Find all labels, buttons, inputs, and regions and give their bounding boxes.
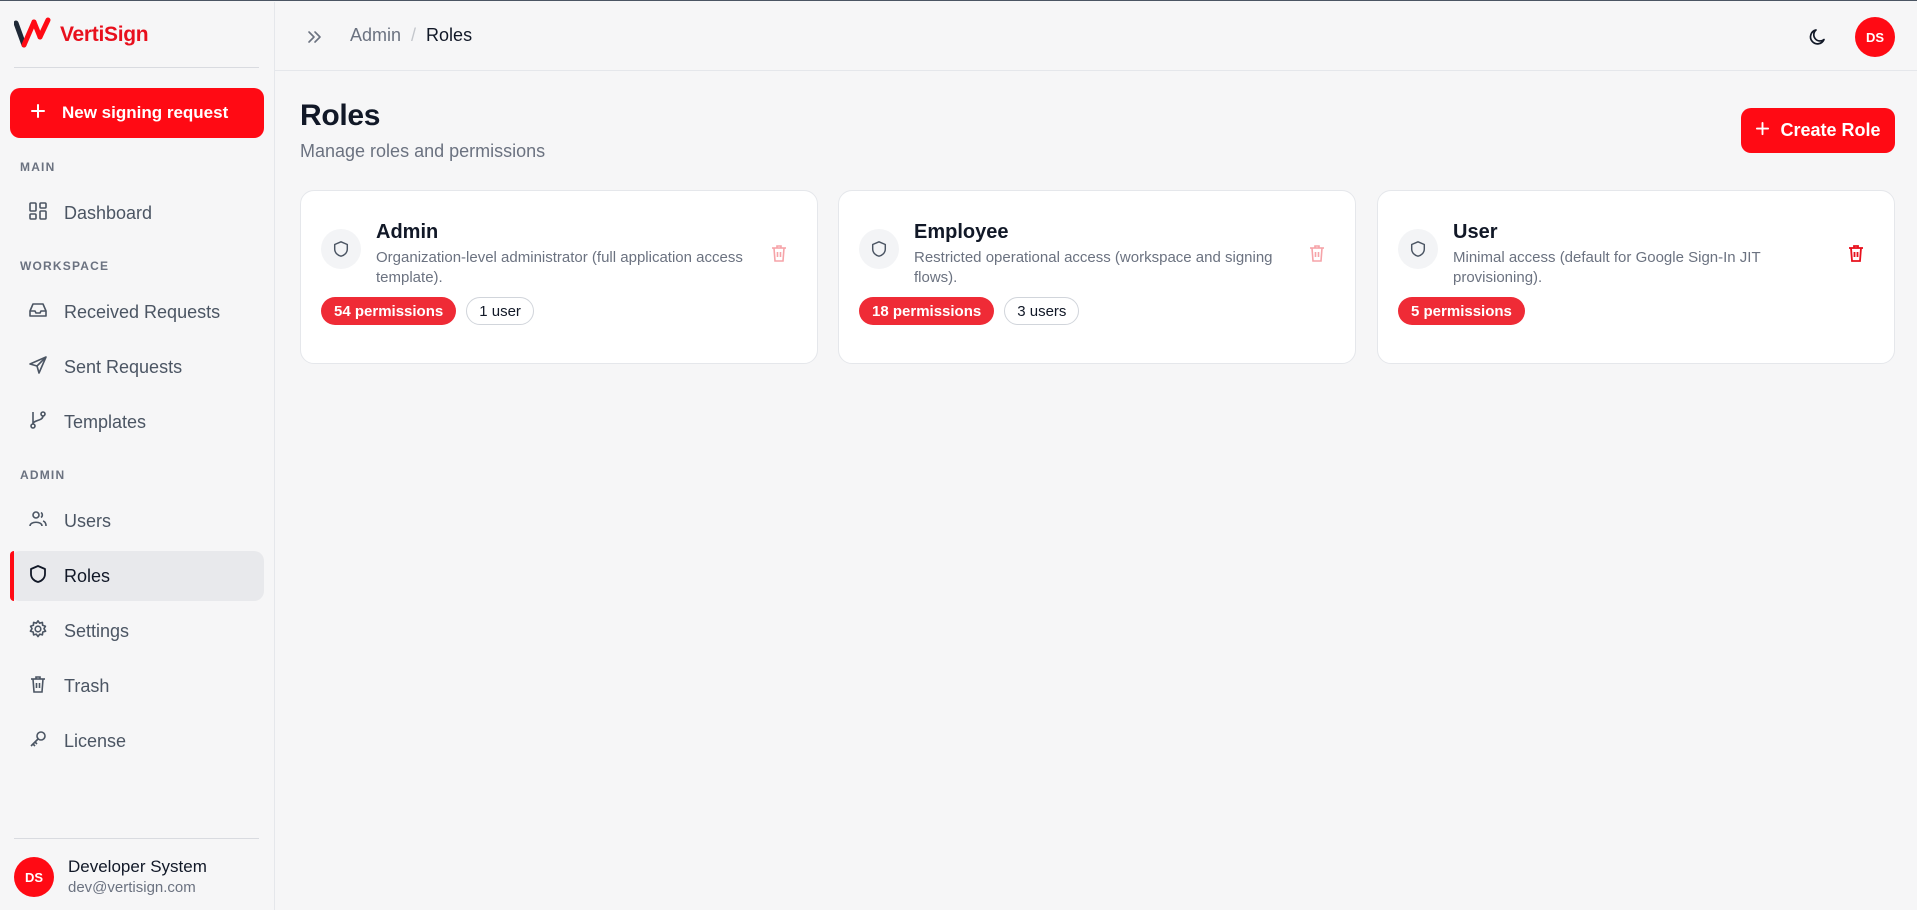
breadcrumb-admin[interactable]: Admin bbox=[350, 25, 401, 46]
trash-icon bbox=[28, 674, 48, 699]
sidebar-item-users[interactable]: Users bbox=[10, 496, 264, 546]
avatar: DS bbox=[14, 857, 54, 897]
sidebar-item-dashboard[interactable]: Dashboard bbox=[10, 188, 264, 238]
users-badge: 3 users bbox=[1004, 297, 1080, 325]
sidebar-item-label: Dashboard bbox=[64, 202, 153, 223]
chevrons-right-icon[interactable] bbox=[303, 26, 325, 48]
create-role-label: Create Role bbox=[1780, 120, 1881, 140]
role-description: Restricted operational access (workspace… bbox=[914, 249, 1273, 286]
divider bbox=[14, 838, 259, 839]
sidebar-item-label: Users bbox=[64, 510, 112, 531]
key-icon bbox=[28, 729, 48, 754]
user-email: dev@vertisign.com bbox=[68, 879, 196, 896]
role-name: Admin bbox=[376, 221, 439, 243]
inbox-icon bbox=[28, 300, 48, 325]
sidebar-item-sent-requests[interactable]: Sent Requests bbox=[10, 342, 264, 392]
sidebar-item-label: Roles bbox=[64, 565, 111, 586]
sidebar-item-roles[interactable]: Roles bbox=[10, 551, 264, 601]
brand[interactable]: VertiSign bbox=[13, 17, 149, 54]
current-user[interactable]: DS Developer System dev@vertisign.com bbox=[14, 856, 207, 898]
sidebar-item-label: Sent Requests bbox=[64, 356, 183, 377]
breadcrumb-separator: / bbox=[411, 25, 417, 45]
delete-role-trash-icon[interactable] bbox=[1846, 243, 1866, 263]
role-name: Employee bbox=[914, 221, 1009, 243]
role-badges: 54 permissions 1 user bbox=[321, 297, 534, 325]
sidebar-item-label: License bbox=[64, 730, 127, 751]
section-label-admin: ADMIN bbox=[20, 468, 66, 482]
brand-name: VertiSign bbox=[60, 23, 149, 46]
section-label-workspace: WORKSPACE bbox=[20, 259, 110, 273]
page-subtitle: Manage roles and permissions bbox=[300, 141, 546, 161]
shield-icon bbox=[859, 229, 899, 269]
avatar[interactable]: DS bbox=[1855, 17, 1895, 57]
sidebar-item-received-requests[interactable]: Received Requests bbox=[10, 287, 264, 337]
sidebar-item-templates[interactable]: Templates bbox=[10, 397, 264, 447]
section-label-main: MAIN bbox=[20, 160, 56, 174]
moon-icon[interactable] bbox=[1807, 26, 1829, 48]
breadcrumb: Admin / Roles bbox=[350, 25, 472, 46]
delete-role-trash-icon[interactable] bbox=[769, 243, 789, 263]
topbar: Admin / Roles DS bbox=[275, 2, 1917, 71]
shield-icon bbox=[1398, 229, 1438, 269]
create-role-button[interactable]: Create Role bbox=[1741, 108, 1895, 153]
plus-icon bbox=[30, 103, 46, 124]
shield-icon bbox=[28, 564, 48, 589]
role-card-user[interactable]: User Minimal access (default for Google … bbox=[1377, 190, 1895, 364]
permissions-badge: 5 permissions bbox=[1398, 297, 1525, 325]
plus-icon bbox=[1755, 120, 1770, 141]
role-card-employee[interactable]: Employee Restricted operational access (… bbox=[838, 190, 1356, 364]
sidebar-item-label: Received Requests bbox=[64, 301, 221, 322]
sidebar-item-trash[interactable]: Trash bbox=[10, 661, 264, 711]
permissions-badge: 54 permissions bbox=[321, 297, 457, 325]
send-icon bbox=[28, 355, 48, 380]
new-signing-request-label: New signing request bbox=[62, 103, 229, 122]
sidebar: VertiSign New signing request MAIN Dashb… bbox=[0, 2, 275, 910]
dashboard-icon bbox=[28, 201, 48, 226]
divider bbox=[14, 67, 259, 68]
vertisign-logo-icon bbox=[13, 17, 52, 54]
page-title: Roles bbox=[300, 99, 381, 132]
new-signing-request-button[interactable]: New signing request bbox=[10, 88, 264, 138]
role-badges: 18 permissions 3 users bbox=[859, 297, 1080, 325]
breadcrumb-roles: Roles bbox=[426, 25, 473, 45]
users-badge: 1 user bbox=[466, 297, 534, 325]
sidebar-item-license[interactable]: License bbox=[10, 716, 264, 766]
role-name: User bbox=[1453, 221, 1498, 243]
delete-role-trash-icon[interactable] bbox=[1307, 243, 1327, 263]
user-name: Developer System bbox=[68, 857, 207, 876]
users-icon bbox=[28, 509, 48, 534]
git-branch-icon bbox=[28, 410, 48, 435]
role-badges: 5 permissions bbox=[1398, 297, 1525, 325]
sidebar-item-label: Templates bbox=[64, 411, 147, 432]
sidebar-item-label: Settings bbox=[64, 620, 130, 641]
role-description: Minimal access (default for Google Sign-… bbox=[1453, 249, 1761, 286]
role-description: Organization-level administrator (full a… bbox=[376, 249, 743, 286]
gear-icon bbox=[28, 619, 48, 644]
permissions-badge: 18 permissions bbox=[859, 297, 995, 325]
role-card-admin[interactable]: Admin Organization-level administrator (… bbox=[300, 190, 818, 364]
shield-icon bbox=[321, 229, 361, 269]
sidebar-item-label: Trash bbox=[64, 675, 110, 696]
sidebar-item-settings[interactable]: Settings bbox=[10, 606, 264, 656]
